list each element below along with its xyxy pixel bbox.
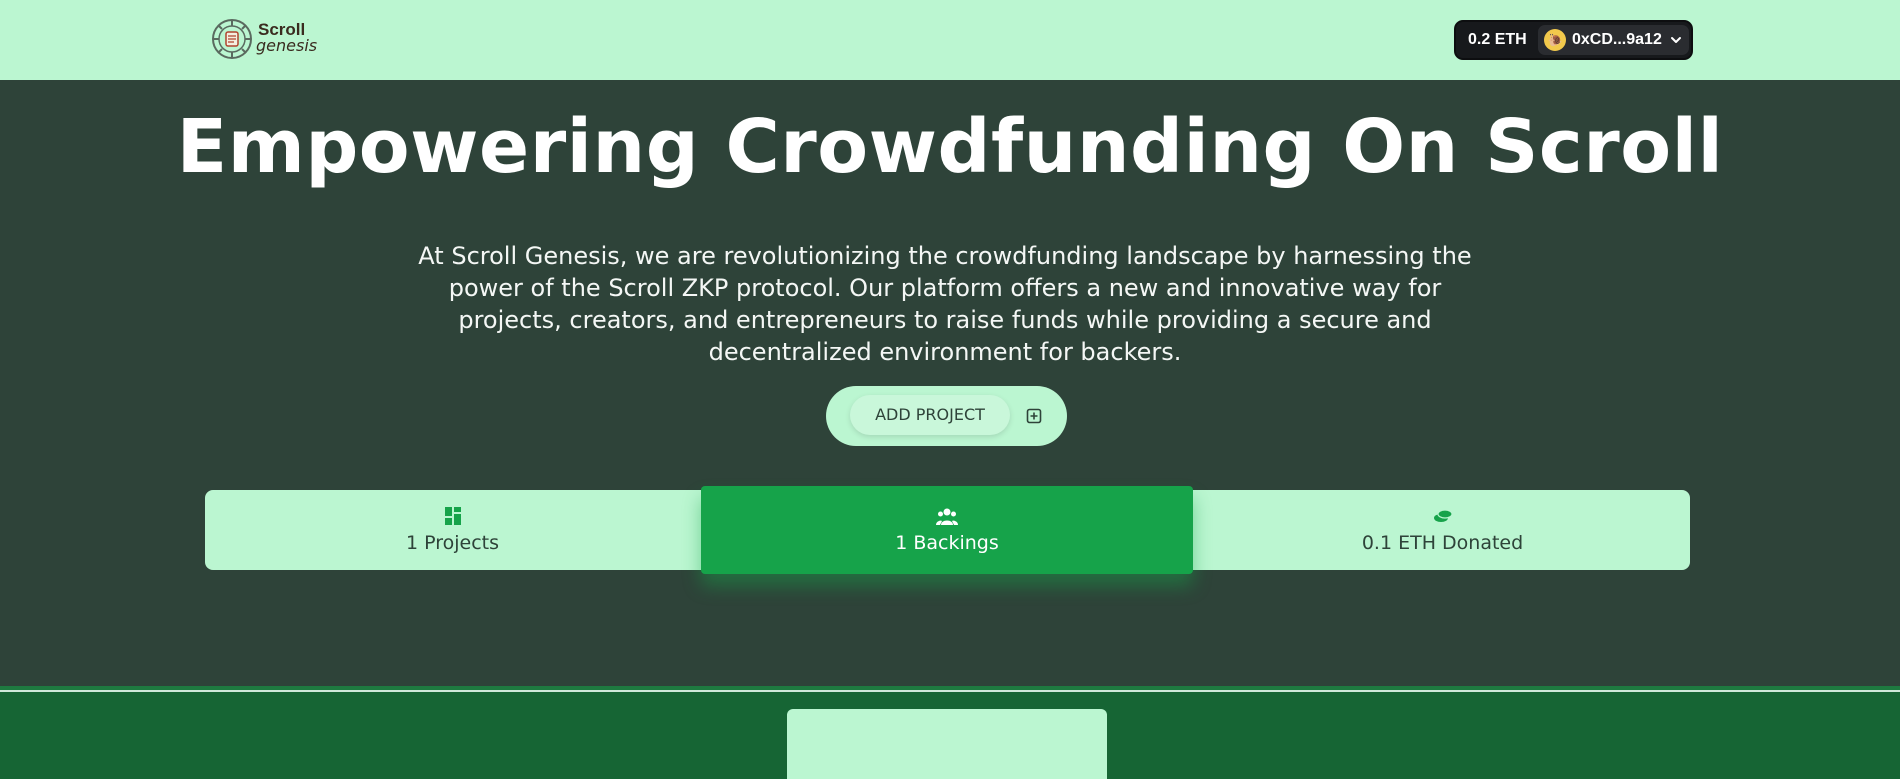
stat-backings-label: 1 Backings bbox=[895, 532, 999, 554]
chevron-down-icon bbox=[1671, 37, 1681, 43]
add-project-label: ADD PROJECT bbox=[850, 395, 1010, 435]
logo-emblem-icon bbox=[212, 19, 252, 59]
project-card[interactable] bbox=[787, 709, 1107, 779]
scroll-genesis-logo[interactable]: Scroll genesis bbox=[210, 17, 322, 61]
eth-balance[interactable]: 0.2 ETH bbox=[1468, 22, 1527, 58]
hero-description: At Scroll Genesis, we are revolutionizin… bbox=[418, 242, 1472, 366]
plus-square-icon bbox=[1026, 408, 1042, 424]
dashboard-icon bbox=[444, 507, 461, 525]
stat-projects: 1 Projects bbox=[205, 490, 700, 570]
users-icon bbox=[936, 508, 958, 525]
stat-projects-label: 1 Projects bbox=[405, 532, 500, 554]
wallet-address: 0xCD...9a12 bbox=[1572, 31, 1662, 48]
coins-icon bbox=[1433, 509, 1453, 522]
avatar: 🐌 bbox=[1544, 29, 1566, 51]
stat-backings: 1 Backings bbox=[701, 486, 1193, 574]
logo-text-genesis: genesis bbox=[256, 36, 318, 55]
section-divider bbox=[0, 690, 1900, 692]
add-project-button[interactable]: ADD PROJECT bbox=[826, 386, 1067, 446]
hero-title: Empowering Crowdfunding On Scroll bbox=[176, 104, 1724, 190]
account-button[interactable]: 🐌 0xCD...9a12 bbox=[1538, 25, 1689, 55]
stat-donated: 0.1 ETH Donated bbox=[1195, 490, 1690, 570]
wallet-widget[interactable]: 0.2 ETH 🐌 0xCD...9a12 bbox=[1454, 20, 1693, 60]
top-navbar: Scroll genesis 0.2 ETH 🐌 0xCD...9a12 bbox=[0, 0, 1900, 80]
stat-donated-label: 0.1 ETH Donated bbox=[1361, 532, 1524, 554]
projects-section bbox=[0, 686, 1900, 779]
